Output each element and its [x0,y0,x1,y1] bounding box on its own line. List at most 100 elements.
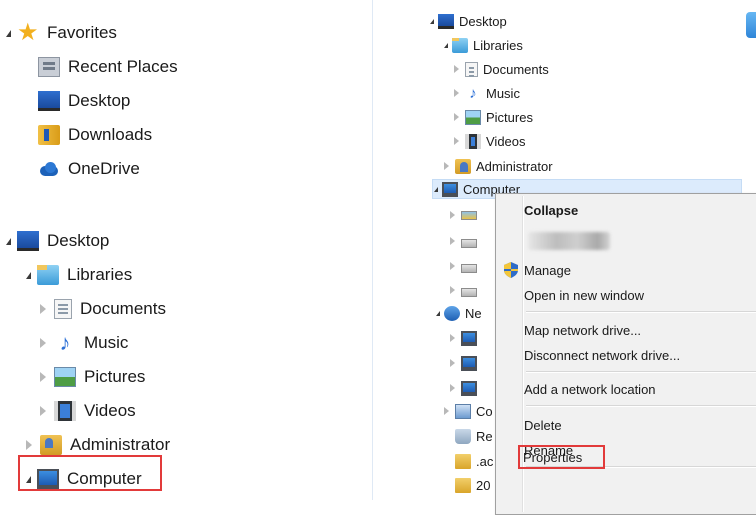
tree-item-label: Favorites [47,23,117,42]
tree-item-label: Videos [486,133,526,149]
tree-item-label: Co [476,403,493,419]
tree-item-pictures[interactable]: Pictures [454,106,533,128]
pictures-icon [54,367,76,387]
tree-item-control-panel[interactable]: Co [444,400,493,422]
expand-arrow-icon[interactable] [444,407,449,415]
tree-item-drive[interactable] [450,255,482,277]
folder-icon [455,477,471,493]
tree-item-libraries[interactable]: Libraries [26,260,132,290]
computer-icon [442,181,458,197]
expand-arrow-icon[interactable] [454,65,459,73]
menu-item-label: Map network drive... [524,322,642,338]
drive-icon [461,238,477,248]
tree-item-folder[interactable]: .ac [455,450,493,472]
expand-arrow-icon[interactable] [450,211,455,219]
expand-arrow-icon[interactable] [454,89,459,97]
expand-arrow-icon[interactable] [6,29,11,37]
expand-arrow-icon[interactable] [444,162,449,170]
tree-item-label: Recent Places [68,57,178,76]
tree-item-music[interactable]: ♪ Music [454,82,520,104]
tree-item-local-disk[interactable] [450,204,482,226]
tree-item-folder[interactable]: 20 [455,474,490,496]
recycle-bin-icon [455,428,471,444]
tree-item-label: Videos [84,401,136,420]
expand-arrow-icon[interactable] [450,384,455,392]
music-icon: ♪ [469,84,477,102]
recent-places-icon [38,57,60,77]
menu-item-manage[interactable]: Manage [498,259,756,281]
tree-item-administrator[interactable]: Administrator [444,155,553,177]
videos-icon [54,401,76,421]
expand-arrow-icon[interactable] [430,18,434,24]
tree-item-network[interactable]: Ne [436,302,482,324]
expand-arrow-icon[interactable] [6,237,11,245]
expand-arrow-icon[interactable] [450,286,455,294]
menu-item-collapse[interactable]: Collapse [498,199,756,221]
redacted-menu-item [528,232,610,250]
tree-item-desktop[interactable]: Desktop [430,10,507,32]
tree-item-label: Documents [80,299,166,318]
tree-item-label: .ac [476,453,494,469]
tree-item-label: Desktop [47,231,110,250]
menu-item-open-new-window[interactable]: Open in new window [498,284,756,306]
onedrive-cloud-icon [38,159,60,179]
tree-item-onedrive[interactable]: OneDrive [38,154,140,184]
documents-icon [465,61,478,77]
expand-arrow-icon[interactable] [450,262,455,270]
tree-item-recycle-bin[interactable]: Re [455,425,493,447]
expand-arrow-icon[interactable] [454,137,459,145]
menu-item-add-network-location[interactable]: Add a network location [498,378,756,400]
tree-item-label: Desktop [459,13,507,29]
computer-icon [461,355,477,371]
expand-arrow-icon[interactable] [450,237,455,245]
expand-arrow-icon[interactable] [26,440,32,450]
downloads-folder-icon [38,125,60,145]
control-panel-icon [455,403,471,419]
computer-icon [461,380,477,396]
expand-arrow-icon[interactable] [40,338,46,348]
tree-item-downloads[interactable]: Downloads [38,120,152,150]
app-icon[interactable] [746,12,756,38]
expand-arrow-icon[interactable] [454,113,459,121]
menu-item-disconnect-network-drive[interactable]: Disconnect network drive... [498,344,756,366]
menu-item-label: Manage [524,262,571,278]
tree-item-label: Music [84,333,129,352]
tree-item-libraries[interactable]: Libraries [444,34,523,56]
tree-item-label: Pictures [486,109,533,125]
tree-item-network-computer[interactable] [450,377,482,399]
navigation-pane-left: ★ Favorites Recent Places Desktop Downlo… [0,0,372,500]
expand-arrow-icon[interactable] [40,372,46,382]
tree-item-pictures[interactable]: Pictures [40,362,145,392]
tree-item-videos[interactable]: Videos [40,396,136,426]
tree-item-documents[interactable]: Documents [454,58,549,80]
highlight-box-computer [18,455,162,491]
expand-arrow-icon[interactable] [40,406,46,416]
expand-arrow-icon[interactable] [40,304,46,314]
tree-item-drive[interactable] [450,279,482,301]
menu-item-label: Add a network location [524,381,656,397]
menu-item-map-network-drive[interactable]: Map network drive... [498,319,756,341]
user-folder-icon [40,435,62,455]
drive-icon [461,263,477,273]
user-folder-icon [455,158,471,174]
expand-arrow-icon[interactable] [436,310,440,316]
libraries-icon [452,37,468,53]
menu-item-delete[interactable]: Delete [498,414,756,436]
tree-item-favorites[interactable]: ★ Favorites [6,18,117,48]
expand-arrow-icon[interactable] [444,42,448,48]
tree-item-drive[interactable] [450,230,482,252]
tree-item-music[interactable]: ♪ Music [40,328,128,358]
expand-arrow-icon[interactable] [450,359,455,367]
tree-item-network-computer[interactable] [450,327,482,349]
highlight-box-properties [518,445,605,469]
tree-item-documents[interactable]: Documents [40,294,166,324]
tree-item-videos[interactable]: Videos [454,130,526,152]
tree-item-label: Libraries [67,265,133,284]
expand-arrow-icon[interactable] [26,271,31,279]
tree-item-recent-places[interactable]: Recent Places [38,52,178,82]
tree-item-desktop-favorite[interactable]: Desktop [38,86,130,116]
expand-arrow-icon[interactable] [450,334,455,342]
tree-item-network-computer[interactable] [450,352,482,374]
tree-item-desktop[interactable]: Desktop [6,226,109,256]
expand-arrow-icon[interactable] [434,186,438,192]
